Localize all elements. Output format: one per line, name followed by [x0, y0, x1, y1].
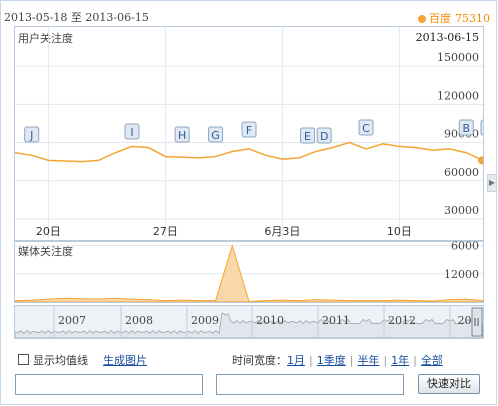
event-marker-g: G [208, 126, 224, 143]
time-width-selector: 时间宽度：1月 | 1季度 | 半年 | 1年 | 全部 [232, 352, 443, 368]
event-marker-j: J [24, 126, 40, 143]
event-marker-label: B [463, 122, 471, 135]
range-all[interactable]: 全部 [421, 354, 443, 367]
timeline-range-handle [471, 307, 483, 337]
year-label: 2008 [125, 314, 153, 327]
y-tick-label: 120000 [437, 89, 479, 102]
year-label: 2007 [58, 314, 86, 327]
event-marker-label: F [246, 124, 252, 137]
date-range: 2013-05-18 至 2013-06-15 [4, 11, 149, 24]
divider: | [349, 354, 354, 367]
event-marker-i: I [124, 123, 140, 140]
legend-dot-icon [418, 15, 426, 23]
event-marker-a: A [480, 119, 483, 136]
event-marker-label: G [211, 129, 220, 142]
year-label: 2012 [388, 314, 416, 327]
show-average-toggle[interactable]: 显示均值线 [18, 352, 88, 368]
x-tick-label: 10日 [387, 225, 412, 238]
compare-input-1[interactable] [15, 374, 203, 395]
year-label: 2009 [191, 314, 219, 327]
year-label: 2011 [322, 314, 350, 327]
x-tick-label: 20日 [36, 225, 61, 238]
media-attention-chart[interactable]: 媒体关注度 12000 6000 [14, 240, 484, 303]
y-tick-label: 150000 [437, 51, 479, 64]
range-1-quarter[interactable]: 1季度 [317, 354, 346, 367]
x-tick-label: 27日 [153, 225, 178, 238]
checkbox-icon[interactable] [18, 354, 29, 365]
event-marker-e: E [300, 127, 315, 144]
series-line [15, 141, 483, 163]
event-marker-label: D [320, 130, 328, 143]
range-1-month[interactable]: 1月 [287, 354, 305, 367]
media-attention-plot[interactable]: 12000 6000 [15, 241, 483, 302]
event-marker-label: E [304, 130, 311, 143]
y-tick-label: 30000 [444, 204, 479, 217]
x-tick-label: 6月3日 [264, 225, 300, 238]
y-tick-label: 60000 [444, 166, 479, 179]
quick-compare-button[interactable]: 快速对比 [418, 374, 480, 394]
generate-image-link[interactable]: 生成图片 [103, 352, 147, 368]
event-marker-label: C [362, 122, 370, 135]
event-marker-d: D [316, 127, 332, 144]
event-marker-b: B [458, 119, 474, 136]
range-1-year[interactable]: 1年 [391, 354, 409, 367]
event-marker-label: I [130, 126, 133, 139]
event-marker-box [480, 119, 483, 136]
user-attention-chart[interactable]: 用户关注度 2013-06-15 15000012000090000600003… [14, 26, 484, 242]
compare-input-2[interactable] [216, 374, 404, 395]
series-legend[interactable]: 百度 75310 [418, 10, 490, 26]
event-marker-label: H [178, 129, 186, 142]
legend-series-value: 75310 [455, 12, 490, 25]
divider: | [413, 354, 417, 367]
y-tick-label: 6000 [451, 241, 479, 253]
event-marker-f: F [241, 121, 257, 138]
range-half-year[interactable]: 半年 [357, 354, 379, 367]
divider: | [383, 354, 388, 367]
event-marker-label: J [29, 129, 33, 142]
time-width-label: 时间宽度： [232, 354, 287, 367]
chevron-right-icon[interactable]: ▶ [487, 174, 497, 192]
handle-box [471, 307, 483, 337]
year-label: 2010 [256, 314, 284, 327]
show-average-label: 显示均值线 [33, 354, 88, 367]
y-tick-label: 12000 [444, 268, 479, 281]
user-attention-plot[interactable]: 15000012000090000600003000020日27日6月3日10日… [15, 27, 483, 241]
series-end-point [478, 156, 483, 165]
divider: | [309, 354, 313, 367]
event-marker-c: C [358, 119, 374, 136]
event-marker-h: H [174, 126, 190, 143]
legend-series-name: 百度 [429, 12, 451, 25]
timeline-navigator[interactable]: 2007 2008 2009 2010 2011 2012 201 [14, 305, 484, 339]
timeline-overview[interactable]: 2007 2008 2009 2010 2011 2012 201 [15, 306, 483, 338]
